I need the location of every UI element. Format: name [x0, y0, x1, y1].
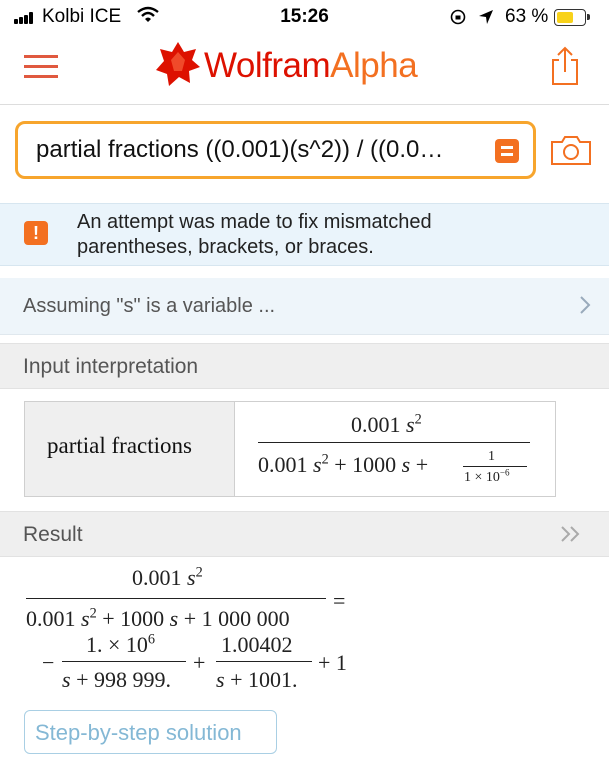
battery-percent: 63 %: [505, 6, 549, 27]
search-input[interactable]: [36, 136, 491, 164]
equals-icon[interactable]: [495, 139, 519, 163]
plus-sign: +: [193, 650, 206, 675]
search-box[interactable]: [15, 121, 536, 179]
equals-sign: =: [333, 588, 346, 613]
notice-line-2: parentheses, brackets, or braces.: [77, 236, 374, 258]
constant-term: + 1: [318, 650, 347, 675]
wolfram-logo-icon: [156, 42, 200, 86]
notice-line-1: An attempt was made to fix mismatched: [77, 211, 432, 233]
orientation-lock-icon: [450, 9, 466, 25]
minus-sign: −: [42, 650, 55, 675]
menu-icon[interactable]: [24, 55, 58, 79]
location-icon: [479, 10, 493, 24]
interpretation-denominator: 0.001 s2 + 1000 s +: [258, 451, 429, 477]
result-numerator: 0.001 s2: [132, 564, 203, 590]
interpretation-table: partial fractions 0.001 s2 0.001 s2 + 10…: [24, 401, 556, 497]
term2-denominator: s + 1001.: [216, 667, 298, 692]
term1-denominator: s + 998 999.: [62, 667, 171, 692]
section-title: Result: [23, 523, 83, 546]
small-fraction-denominator: 1 × 10−6: [464, 467, 510, 485]
result-denominator: 0.001 s2 + 1000 s + 1 000 000: [26, 605, 290, 631]
term1-numerator: 1. × 106: [86, 631, 156, 657]
brand-accent: Alpha: [330, 46, 418, 85]
brand-main: Wolfram: [204, 46, 331, 85]
header-divider: [0, 104, 609, 105]
brand-logo: WolframAlpha: [204, 46, 418, 86]
term2-numerator: 1.00402: [221, 632, 293, 657]
input-interpretation-header: Input interpretation: [0, 343, 609, 389]
term1-fraction-bar: [62, 661, 186, 663]
small-fraction-bar: [463, 466, 527, 468]
warning-icon: !: [24, 221, 48, 245]
notice-banner: ! An attempt was made to fix mismatched …: [0, 203, 609, 266]
more-chevrons-icon[interactable]: [560, 526, 582, 542]
result-fraction-bar: [26, 598, 326, 600]
chevron-right-icon: [580, 296, 591, 314]
assumption-row[interactable]: Assuming "s" is a variable ...: [0, 278, 609, 335]
share-icon[interactable]: [550, 46, 580, 86]
interpretation-label: partial fractions: [47, 433, 192, 458]
section-title: Input interpretation: [23, 355, 199, 378]
battery-icon: [554, 9, 590, 26]
interpretation-label-cell: partial fractions: [25, 402, 235, 496]
camera-icon[interactable]: [550, 134, 592, 166]
notice-text: An attempt was made to fix mismatched pa…: [77, 210, 577, 260]
result-header: Result: [0, 511, 609, 557]
step-by-step-label: Step-by-step solution: [35, 720, 242, 745]
term2-fraction-bar: [216, 661, 312, 663]
step-by-step-button[interactable]: Step-by-step solution: [24, 710, 277, 754]
status-bar: Kolbi ICE 15:26 63 %: [0, 0, 609, 34]
assumption-text: Assuming "s" is a variable ...: [23, 295, 276, 317]
small-fraction-numerator: 1: [488, 449, 495, 464]
fraction-bar: [258, 442, 530, 444]
interpretation-numerator: 0.001 s2: [351, 411, 422, 437]
